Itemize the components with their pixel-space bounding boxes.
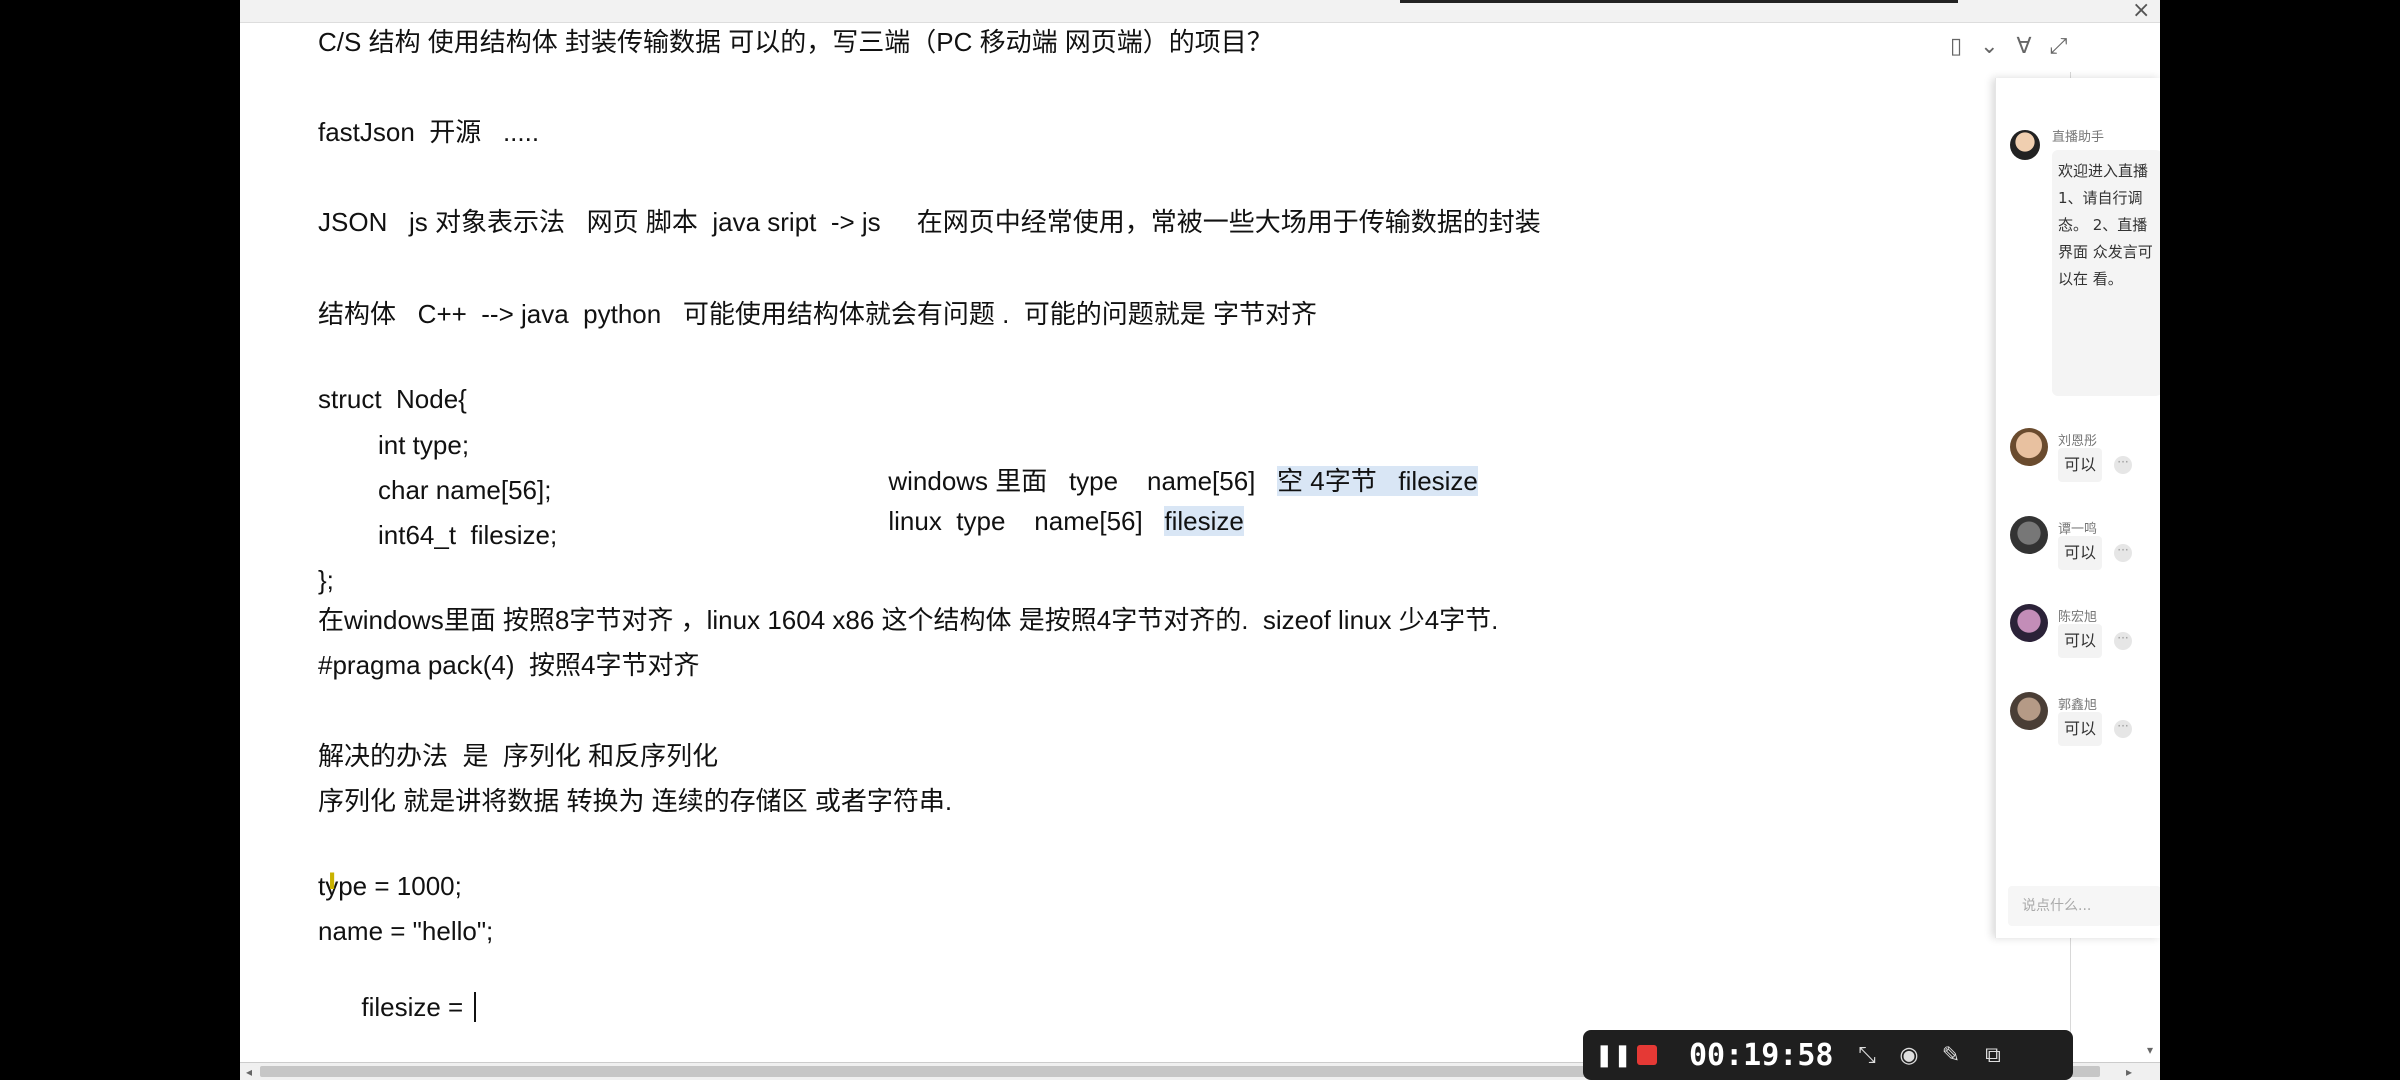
chat-message: 郭鑫旭 可以 ··· (2010, 692, 2160, 772)
doc-line-name-assign: name = "hello"; (318, 916, 494, 946)
chat-user-name: 陈宏旭 (2058, 610, 2098, 625)
doc-line-serialize: 序列化 就是讲将数据 转换为 连续的存储区 或者字符串. (318, 786, 953, 816)
window-icon[interactable]: ⧉ (1979, 1043, 2007, 1068)
close-icon[interactable]: × (2132, 0, 2150, 23)
avatar (2010, 428, 2048, 466)
mouse-cursor-icon: I (328, 870, 337, 895)
linux-note-highlight: filesize (1164, 506, 1244, 536)
host-welcome-message: 欢迎进入直播 1、请自行调 态。 2、直播界面 众发言可以在 看。 (2052, 150, 2160, 396)
recording-timer: 00:19:58 (1689, 1037, 1834, 1073)
more-icon[interactable]: ··· (2114, 720, 2132, 738)
linux-layout-note: linux type name[56] filesize (845, 475, 1244, 568)
chat-input[interactable]: 说点什么... (2008, 886, 2160, 926)
pen-icon[interactable]: ✎ (1937, 1043, 1965, 1068)
stop-record-button[interactable] (1637, 1045, 1657, 1065)
chat-user-name: 谭一鸣 (2058, 522, 2098, 537)
chat-bubble: 可以 (2058, 624, 2102, 658)
doc-line-filesize-assign[interactable]: filesize = (318, 961, 477, 1054)
chat-bubble: 可以 (2058, 712, 2102, 746)
shrink-icon[interactable]: ⤡ (1853, 1043, 1881, 1068)
text-cursor (474, 992, 477, 1022)
scroll-right-arrow[interactable]: ▸ (2120, 1063, 2138, 1080)
doc-line-3: JSON js 对象表示法 网页 脚本 java sript -> js 在网页… (318, 207, 1541, 237)
doc-line-filesize: int64_t filesize; (378, 520, 558, 550)
windows-note-highlight: 空 4字节 filesize (1277, 466, 1478, 496)
screen-recorder-bar: ❚❚ 00:19:58 ⤡ ◉ ✎ ⧉ (1583, 1030, 2073, 1080)
doc-line-int-type: int type; (378, 430, 470, 460)
doc-line-2: fastJson 开源 ..... (318, 117, 540, 147)
chat-bubble: 可以 (2058, 448, 2102, 482)
avatar (2010, 516, 2048, 554)
doc-line-pragma: #pragma pack(4) 按照4字节对齐 (318, 650, 700, 680)
window-top-bar: × (240, 0, 2160, 23)
chevron-down-icon[interactable]: ⌄ (1980, 34, 1998, 59)
camera-icon[interactable]: ◉ (1895, 1043, 1923, 1068)
window-top-progress (1400, 0, 1958, 3)
doc-view-tools: ▯ ⌄ ∀ ⤢ (1950, 30, 2067, 62)
avatar (2010, 692, 2048, 730)
chat-bubble: 可以 (2058, 536, 2102, 570)
host-name: 直播助手 (2052, 130, 2105, 145)
avatar (2010, 604, 2048, 642)
chat-user-name: 刘恩彤 (2058, 434, 2098, 449)
more-icon[interactable]: ··· (2114, 456, 2132, 474)
scroll-down-arrow[interactable]: ▾ (2140, 1043, 2160, 1061)
filesize-assign-text: filesize = (361, 992, 471, 1022)
doc-line-1: C/S 结构 使用结构体 封装传输数据 可以的，写三端（PC 移动端 网页端）的… (318, 27, 1273, 57)
layout-toggle-icon[interactable]: ▯ (1950, 34, 1962, 59)
filter-icon[interactable]: ∀ (2017, 34, 2032, 59)
doc-line-4: 结构体 C++ --> java python 可能使用结构体就会有问题 . 可… (318, 299, 1317, 329)
doc-line-struct-end: }; (318, 565, 334, 595)
chat-user-name: 郭鑫旭 (2058, 698, 2098, 713)
chat-message: 谭一鸣 可以 ··· (2010, 516, 2160, 596)
more-icon[interactable]: ··· (2114, 544, 2132, 562)
doc-line-char-name: char name[56]; (378, 475, 552, 505)
document-editor[interactable]: C/S 结构 使用结构体 封装传输数据 可以的，写三端（PC 移动端 网页端）的… (240, 22, 2071, 1062)
document-window: × C/S 结构 使用结构体 封装传输数据 可以的，写三端（PC 移动端 网页端… (240, 0, 2160, 1080)
pause-icon[interactable]: ❚❚ (1595, 1043, 1632, 1068)
expand-icon[interactable]: ⤢ (2050, 34, 2068, 59)
linux-note-prefix: linux type name[56] (888, 506, 1165, 536)
chat-message: 刘恩彤 可以 ··· (2010, 428, 2160, 508)
more-icon[interactable]: ··· (2114, 632, 2132, 650)
doc-line-alignment: 在windows里面 按照8字节对齐 ，linux 1604 x86 这个结构体… (318, 605, 1499, 635)
scroll-left-arrow[interactable]: ◂ (240, 1063, 258, 1080)
host-avatar (2010, 130, 2040, 160)
doc-line-struct: struct Node{ (318, 384, 467, 414)
doc-line-solution: 解决的办法 是 序列化 和反序列化 (318, 741, 719, 771)
live-chat-panel: 直播助手 欢迎进入直播 1、请自行调 态。 2、直播界面 众发言可以在 看。 刘… (1995, 78, 2160, 938)
chat-message: 陈宏旭 可以 ··· (2010, 604, 2160, 684)
